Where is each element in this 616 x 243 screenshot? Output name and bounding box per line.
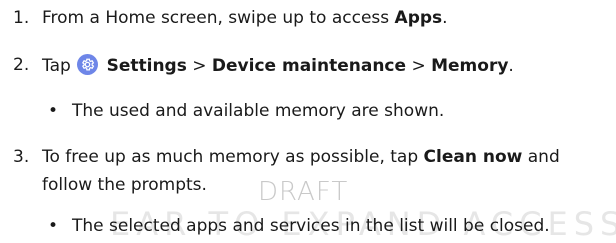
step-3-text-post: and: [522, 147, 560, 167]
document-page: EAR TO EXPAND ACCESS DRAFT 1. From a Hom…: [0, 0, 616, 243]
step-1-text-post: .: [442, 8, 448, 28]
step-2-text: Tap Settings > Device maintenance > Memo…: [42, 54, 514, 77]
step-2-text-post: .: [508, 56, 514, 76]
step-1-apps: Apps: [394, 8, 443, 28]
step-2-separator-1: >: [186, 56, 212, 76]
step-1-text-pre: From a Home screen, swipe up to access: [42, 8, 395, 28]
bullet-dot: •: [48, 101, 59, 121]
bullet-1-text: The used and available memory are shown.: [72, 101, 445, 121]
step-3-text: To free up as much memory as possible, t…: [42, 146, 560, 168]
draft-watermark: DRAFT: [258, 177, 349, 207]
step-2-settings: Settings: [106, 56, 187, 76]
step-3-text-pre: To free up as much memory as possible, t…: [42, 147, 424, 167]
step-2-number: 2.: [13, 55, 30, 75]
step-1-text: From a Home screen, swipe up to access A…: [42, 7, 448, 29]
step-2-separator-2: >: [406, 56, 432, 76]
step-3-clean-now: Clean now: [423, 147, 523, 167]
step-2-device-maintenance: Device maintenance: [211, 56, 407, 76]
step-1-number: 1.: [13, 8, 30, 28]
step-2-memory: Memory: [431, 56, 509, 76]
bullet-2-text: The selected apps and services in the li…: [72, 216, 550, 236]
settings-gear-icon: [77, 54, 99, 75]
step-3-number: 3.: [13, 147, 30, 167]
step-3-text-line-2: follow the prompts.: [42, 175, 207, 195]
step-2-text-pre: Tap: [42, 56, 71, 76]
bullet-dot: •: [48, 216, 59, 236]
